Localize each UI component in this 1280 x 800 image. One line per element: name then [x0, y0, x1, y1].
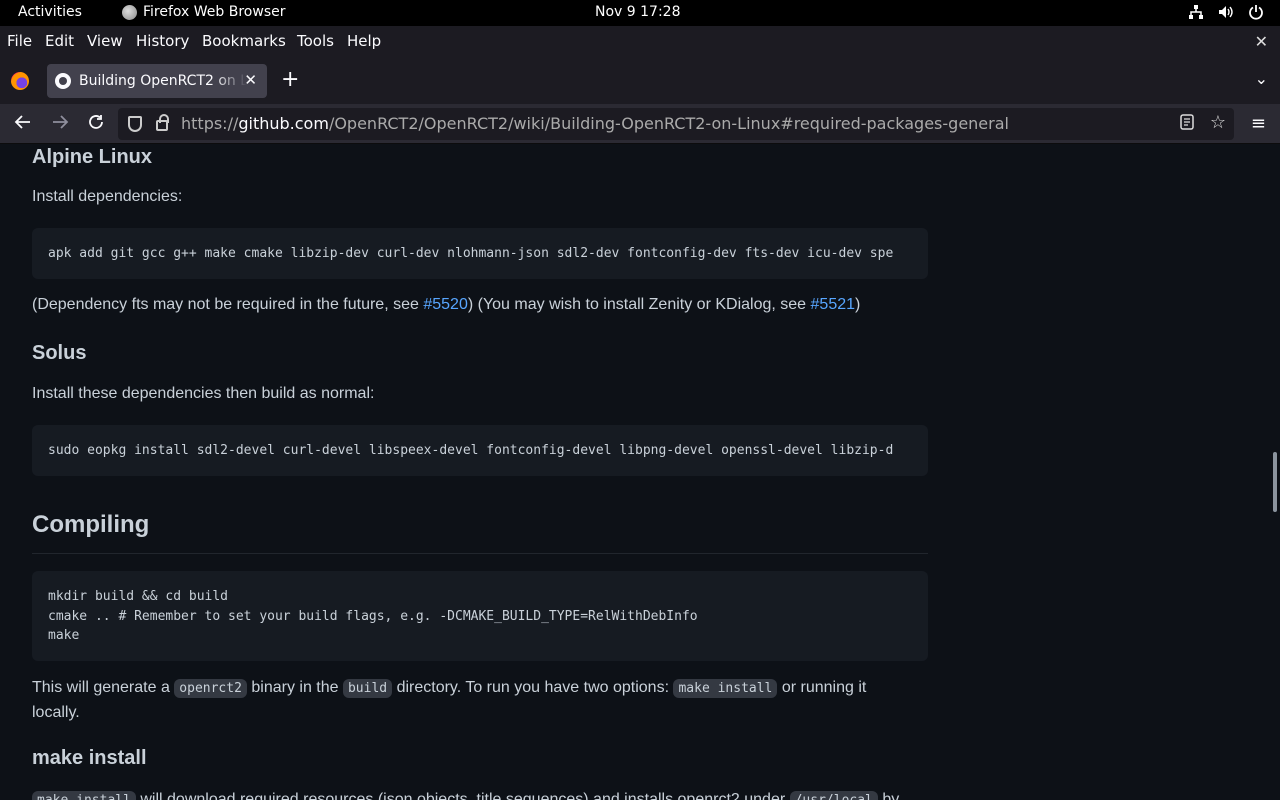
volume-icon[interactable]: [1218, 4, 1234, 20]
heading-divider: [32, 553, 928, 554]
alpine-note-text-1: (Dependency fts may not be required in t…: [32, 296, 424, 313]
close-window-icon[interactable]: ✕: [1255, 32, 1268, 51]
tab-active[interactable]: Building OpenRCT2 on Linux ✕: [47, 64, 267, 98]
heading-solus: Solus: [32, 342, 87, 364]
alpine-code-block[interactable]: apk add git gcc g++ make cmake libzip-de…: [32, 228, 928, 279]
issue-link-5520[interactable]: #5520: [423, 296, 468, 313]
menu-view[interactable]: View: [87, 32, 123, 50]
menu-tools[interactable]: Tools: [297, 32, 334, 50]
heading-alpine-linux: Alpine Linux: [32, 146, 152, 168]
gnome-top-bar: Activities Firefox Web Browser Nov 9 17:…: [0, 0, 1280, 26]
solus-code-block[interactable]: sudo eopkg install sdl2-devel curl-devel…: [32, 425, 928, 476]
firefox-view-icon[interactable]: [11, 72, 29, 90]
app-menu-icon[interactable]: ≡: [1251, 113, 1266, 134]
url-text[interactable]: https://github.com/OpenRCT2/OpenRCT2/wik…: [181, 114, 1009, 133]
inline-code-build: build: [342, 679, 393, 698]
forward-icon[interactable]: [51, 113, 69, 136]
make-install-text: will download required resources (json o…: [135, 791, 790, 800]
back-icon[interactable]: [14, 113, 32, 136]
url-protocol: https://: [181, 114, 239, 133]
close-tab-icon[interactable]: ✕: [244, 71, 257, 89]
tab-title: Building OpenRCT2 on Linux: [79, 73, 247, 89]
new-tab-button[interactable]: +: [281, 67, 299, 92]
generate-text-2: binary in the: [246, 679, 343, 696]
address-bar[interactable]: https://github.com/OpenRCT2/OpenRCT2/wik…: [118, 108, 1234, 140]
activities-button[interactable]: Activities: [18, 4, 82, 20]
menu-bookmarks[interactable]: Bookmarks: [202, 32, 286, 50]
compiling-code-block[interactable]: mkdir build && cd build cmake .. # Remem…: [32, 571, 928, 661]
url-path: /OpenRCT2/OpenRCT2/wiki/Building-OpenRCT…: [328, 114, 1009, 133]
heading-make-install: make install: [32, 747, 147, 769]
menu-history[interactable]: History: [136, 32, 189, 50]
make-install-text-2: by: [877, 791, 900, 800]
power-icon[interactable]: [1248, 4, 1264, 20]
alpine-note-text-3: ): [855, 296, 861, 313]
inline-code-make-install: make install: [673, 679, 778, 698]
scrollbar-thumb[interactable]: [1273, 452, 1277, 512]
bookmark-star-icon[interactable]: ☆: [1210, 112, 1226, 133]
inline-code-openrct2: openrct2: [174, 679, 247, 698]
menu-file[interactable]: File: [7, 32, 32, 50]
inline-code-usr-local: /usr/local: [789, 791, 878, 800]
inline-code-make-install-2: make install: [32, 791, 136, 800]
tab-bar: Building OpenRCT2 on Linux ✕ + ⌄: [0, 56, 1280, 104]
issue-link-5521[interactable]: #5521: [811, 296, 856, 313]
solus-intro: Install these dependencies then build as…: [32, 385, 375, 402]
system-tray[interactable]: [1188, 4, 1264, 20]
generate-paragraph: This will generate a openrct2 binary in …: [32, 676, 892, 725]
navigation-bar: https://github.com/OpenRCT2/OpenRCT2/wik…: [0, 104, 1280, 144]
reload-icon[interactable]: [87, 113, 105, 136]
page-content: Alpine Linux Install dependencies: apk a…: [0, 145, 1280, 800]
clock[interactable]: Nov 9 17:28: [595, 4, 680, 20]
firefox-icon: [122, 4, 137, 20]
lock-icon[interactable]: [156, 114, 169, 131]
generate-text-3: directory. To run you have two options:: [392, 679, 674, 696]
github-icon: [55, 73, 71, 89]
generate-text-1: This will generate a: [32, 679, 175, 696]
list-all-tabs-icon[interactable]: ⌄: [1255, 69, 1268, 88]
menu-edit[interactable]: Edit: [45, 32, 74, 50]
alpine-note-text-2: ) (You may wish to install Zenity or KDi…: [467, 296, 811, 313]
reader-view-icon[interactable]: [1180, 114, 1194, 134]
url-domain: github.com: [238, 114, 329, 133]
app-name: Firefox Web Browser: [143, 4, 286, 20]
make-install-paragraph: make install will download required reso…: [32, 788, 928, 800]
heading-compiling: Compiling: [32, 511, 150, 538]
tracking-protection-icon[interactable]: [128, 116, 142, 132]
menu-help[interactable]: Help: [347, 32, 381, 50]
menu-bar: File Edit View History Bookmarks Tools H…: [0, 26, 1280, 56]
app-menu[interactable]: Firefox Web Browser: [122, 4, 286, 20]
alpine-intro: Install dependencies:: [32, 188, 183, 205]
alpine-note: (Dependency fts may not be required in t…: [32, 293, 928, 317]
network-icon[interactable]: [1188, 4, 1204, 20]
